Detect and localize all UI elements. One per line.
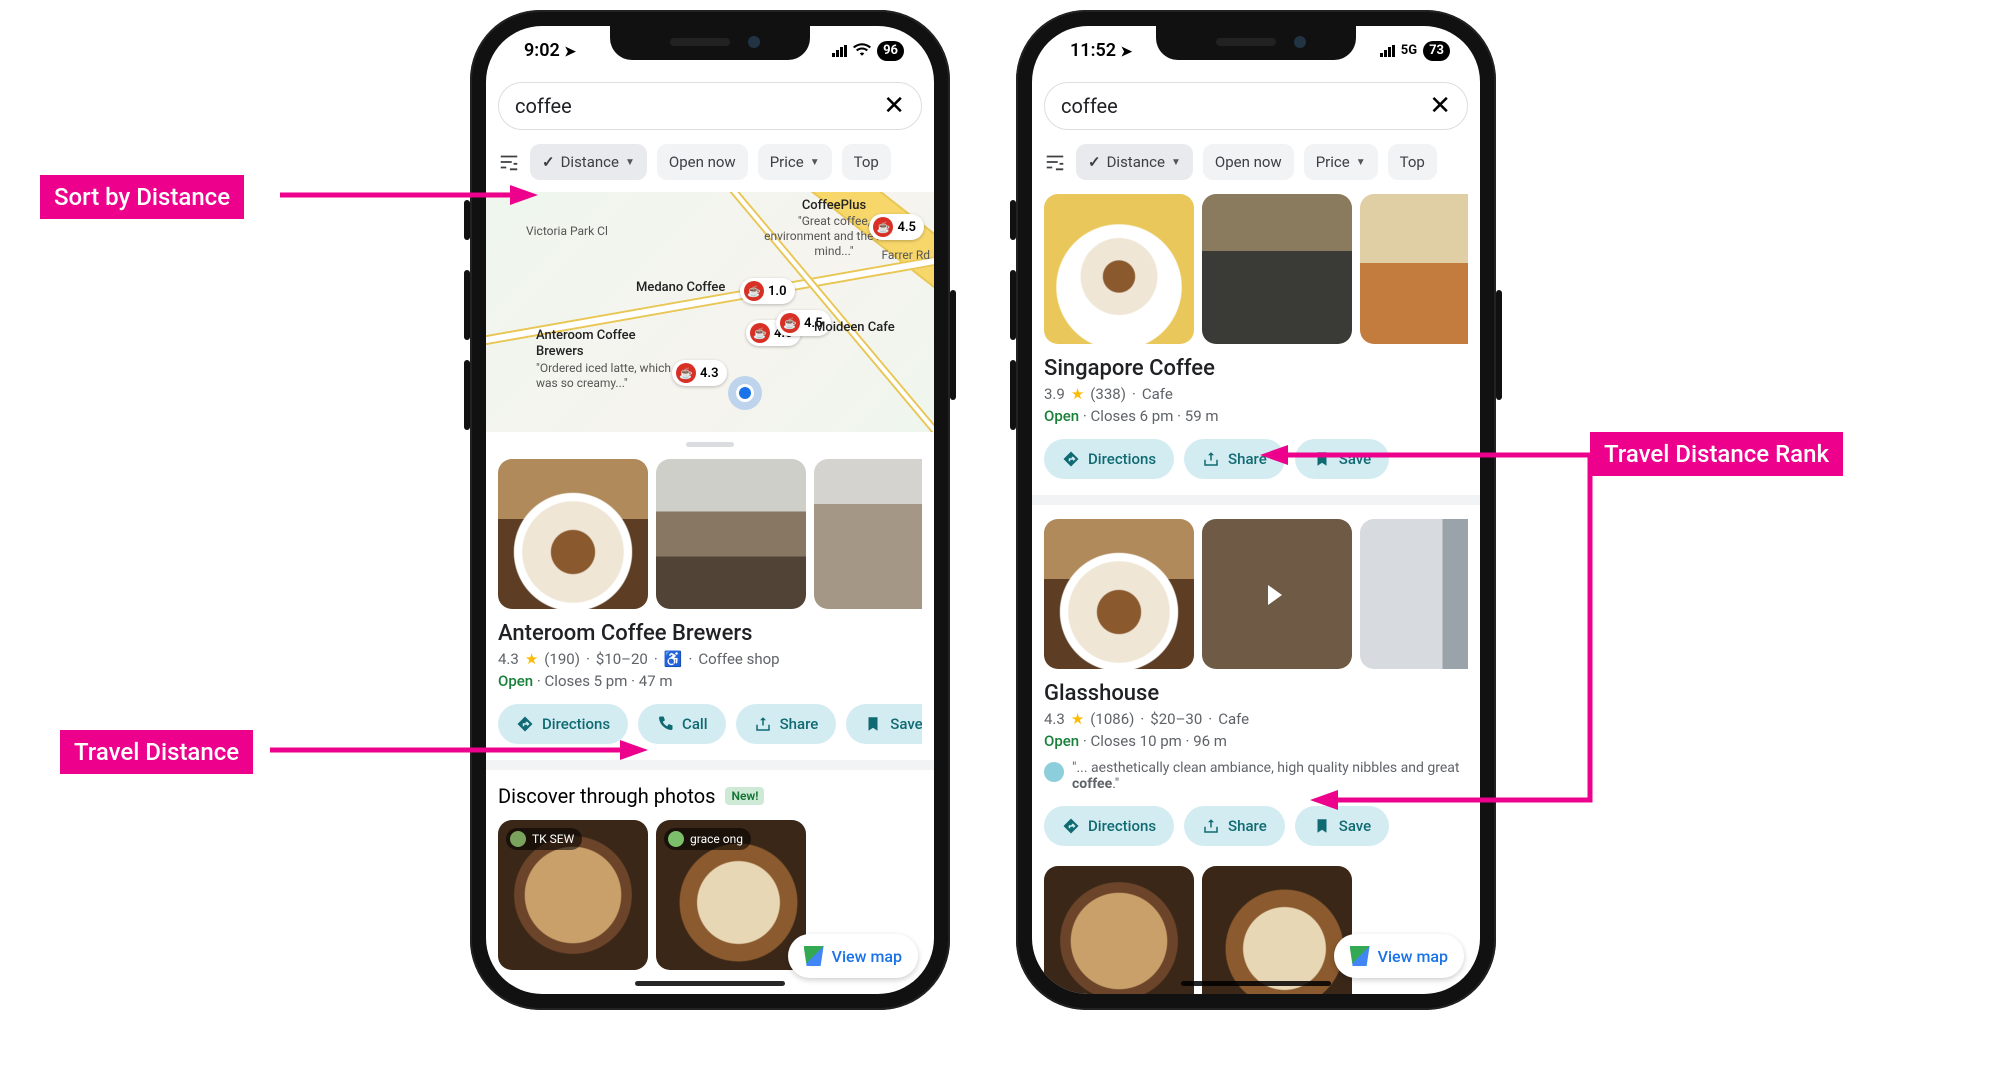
signal-icon	[832, 45, 847, 57]
search-query-text: coffee	[515, 94, 572, 118]
signal-icon	[1380, 45, 1395, 57]
map-pin[interactable]: ☕4.5	[869, 214, 924, 240]
map-area[interactable]: CoffeePlus "Great coffee, environment an…	[486, 192, 934, 432]
user-chip: TK SEW	[506, 828, 582, 850]
home-indicator	[635, 981, 785, 986]
status-time: 11:52	[1070, 40, 1116, 61]
place-photos[interactable]	[498, 459, 922, 609]
view-map-button[interactable]: View map	[1334, 934, 1464, 978]
phone-notch	[610, 26, 810, 60]
chip-distance[interactable]: ✓ Distance ▼	[1076, 144, 1193, 180]
map-poi-label: Moideen Cafe	[814, 320, 895, 336]
reviewer-avatar-icon	[1044, 762, 1064, 782]
directions-button[interactable]: Directions	[1044, 439, 1174, 479]
save-button[interactable]: Save	[846, 704, 922, 744]
call-button[interactable]: Call	[638, 704, 726, 744]
user-chip: grace ong	[664, 828, 751, 850]
chip-price[interactable]: Price▼	[758, 144, 832, 180]
wheelchair-icon: ♿	[664, 650, 683, 668]
travel-distance: 59 m	[1185, 407, 1219, 425]
star-icon: ★	[1071, 385, 1084, 403]
chevron-down-icon: ▼	[1171, 157, 1181, 168]
map-poi-label: Anteroom Coffee Brewers	[536, 328, 676, 361]
directions-button[interactable]: Directions	[1044, 806, 1174, 846]
photo-thumb[interactable]	[1044, 194, 1194, 344]
share-button[interactable]: Share	[736, 704, 837, 744]
map-pin[interactable]: ☕4.3	[672, 360, 727, 386]
chevron-down-icon: ▼	[1356, 157, 1366, 168]
photo-thumb[interactable]	[1202, 866, 1352, 994]
search-query-text: coffee	[1061, 94, 1118, 118]
photo-thumb[interactable]	[1360, 194, 1468, 344]
photo-thumb[interactable]	[1044, 866, 1194, 994]
photo-thumb[interactable]: TK SEW	[498, 820, 648, 970]
search-input[interactable]: coffee ✕	[498, 82, 922, 130]
location-arrow-icon: ➤	[1121, 44, 1133, 60]
battery-icon: 96	[877, 41, 904, 61]
chip-open-now[interactable]: Open now	[1203, 144, 1294, 180]
map-icon	[804, 946, 824, 966]
photo-thumb[interactable]	[1044, 519, 1194, 669]
status-time: 9:02	[524, 40, 560, 61]
chip-price[interactable]: Price▼	[1304, 144, 1378, 180]
view-map-button[interactable]: View map	[788, 934, 918, 978]
check-icon: ✓	[542, 153, 555, 171]
tune-icon[interactable]	[1044, 151, 1066, 173]
place-title[interactable]: Singapore Coffee	[1044, 356, 1468, 381]
phone-notch	[1156, 26, 1356, 60]
photo-thumb[interactable]	[814, 459, 922, 609]
coffee-cup-icon: ☕	[873, 217, 893, 237]
location-arrow-icon: ➤	[564, 44, 576, 60]
map-pin[interactable]: ☕1.0	[740, 278, 795, 304]
chevron-down-icon: ▼	[625, 157, 635, 168]
battery-icon: 73	[1423, 41, 1450, 61]
share-button[interactable]: Share	[1184, 806, 1285, 846]
filter-chips: ✓ Distance ▼ Open now Price▼ Top	[498, 144, 922, 180]
chip-distance[interactable]: ✓ Distance ▼	[530, 144, 647, 180]
star-icon: ★	[1071, 710, 1084, 728]
annotation-rank: Travel Distance Rank	[1590, 432, 1843, 476]
photo-thumb[interactable]: grace ong	[656, 820, 806, 970]
search-input[interactable]: coffee ✕	[1044, 82, 1468, 130]
place-meta: 3.9 ★ (338) · Cafe	[1044, 385, 1468, 403]
photo-thumb[interactable]	[656, 459, 806, 609]
star-icon: ★	[525, 650, 538, 668]
network-label: 5G	[1401, 43, 1417, 58]
place-title[interactable]: Anteroom Coffee Brewers	[498, 621, 922, 646]
home-indicator	[1181, 981, 1331, 986]
photo-thumb[interactable]	[1202, 194, 1352, 344]
map-poi-label: CoffeePlus	[764, 198, 904, 214]
chevron-down-icon: ▼	[810, 157, 820, 168]
annotation-sort: Sort by Distance	[40, 175, 244, 219]
chip-top[interactable]: Top	[1388, 144, 1437, 180]
coffee-cup-icon: ☕	[676, 363, 696, 383]
map-icon	[1350, 946, 1370, 966]
clear-search-icon[interactable]: ✕	[1429, 93, 1451, 119]
road-label: Victoria Park Cl	[526, 224, 608, 239]
road-label: Farrer Rd	[881, 248, 930, 263]
place-hours: Open · Closes 6 pm · 59 m	[1044, 407, 1468, 425]
current-location-dot	[736, 384, 754, 402]
place-meta: 4.3 ★ (190) · $10–20 · ♿ · Coffee shop	[498, 650, 922, 668]
coffee-cup-icon: ☕	[750, 323, 770, 343]
check-icon: ✓	[1088, 153, 1101, 171]
map-poi-label: Medano Coffee	[636, 280, 725, 296]
coffee-cup-icon: ☕	[744, 281, 764, 301]
chip-top[interactable]: Top	[842, 144, 891, 180]
annotation-distance: Travel Distance	[60, 730, 253, 774]
travel-distance: 96 m	[1193, 732, 1227, 750]
section-discover: Discover through photos New!	[498, 784, 922, 808]
photo-thumb[interactable]	[498, 459, 648, 609]
travel-distance: 47 m	[639, 672, 673, 690]
wifi-icon	[853, 42, 871, 60]
filter-chips: ✓ Distance ▼ Open now Price▼ Top	[1044, 144, 1468, 180]
chip-open-now[interactable]: Open now	[657, 144, 748, 180]
clear-search-icon[interactable]: ✕	[883, 93, 905, 119]
sheet-handle[interactable]	[686, 442, 734, 447]
coffee-cup-icon: ☕	[780, 313, 800, 333]
new-badge: New!	[725, 787, 764, 805]
place-hours: Open · Closes 5 pm · 47 m	[498, 672, 922, 690]
